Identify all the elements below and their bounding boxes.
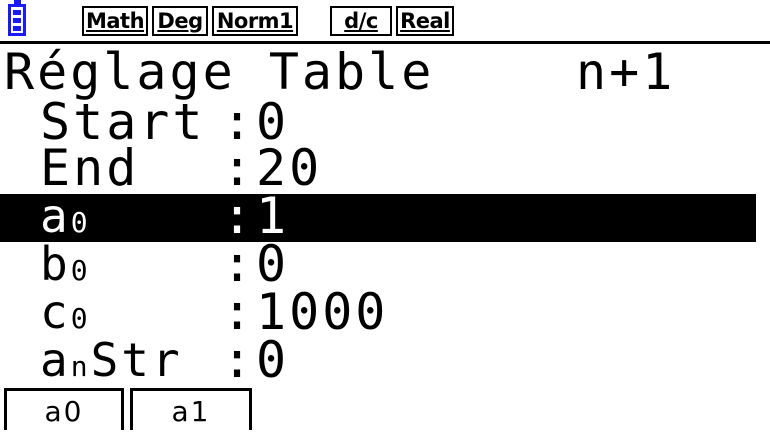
mode-tag-fraction: d/c bbox=[330, 6, 392, 36]
mode-tag-complex: Real bbox=[396, 6, 454, 36]
mode-tag-math: Math bbox=[82, 6, 148, 36]
f2-key-a1[interactable]: a1 bbox=[130, 388, 252, 430]
battery-icon bbox=[8, 0, 26, 36]
mode-tag-angle: Deg bbox=[152, 6, 208, 36]
mode-tag-display: Norm1 bbox=[212, 6, 298, 36]
setting-row-a0[interactable]: a0 : 1 bbox=[0, 188, 756, 244]
f1-key-a0[interactable]: a0 bbox=[4, 388, 124, 430]
page-title: Réglage Table bbox=[4, 43, 435, 101]
setting-row-end[interactable]: End : 20 bbox=[0, 140, 756, 196]
recursion-mode: n+1 bbox=[576, 43, 676, 101]
setting-label: anStr bbox=[40, 333, 183, 387]
status-bar: Math Deg Norm1 d/c Real bbox=[0, 0, 770, 44]
setting-colon: : bbox=[222, 331, 253, 389]
setting-value: 0 bbox=[256, 331, 290, 389]
calculator-screen: Math Deg Norm1 d/c Real Réglage Table n+… bbox=[0, 0, 770, 434]
setting-row-c0[interactable]: c0 : 1000 bbox=[0, 284, 756, 340]
setting-row-an-str[interactable]: anStr : 0 bbox=[0, 332, 756, 388]
